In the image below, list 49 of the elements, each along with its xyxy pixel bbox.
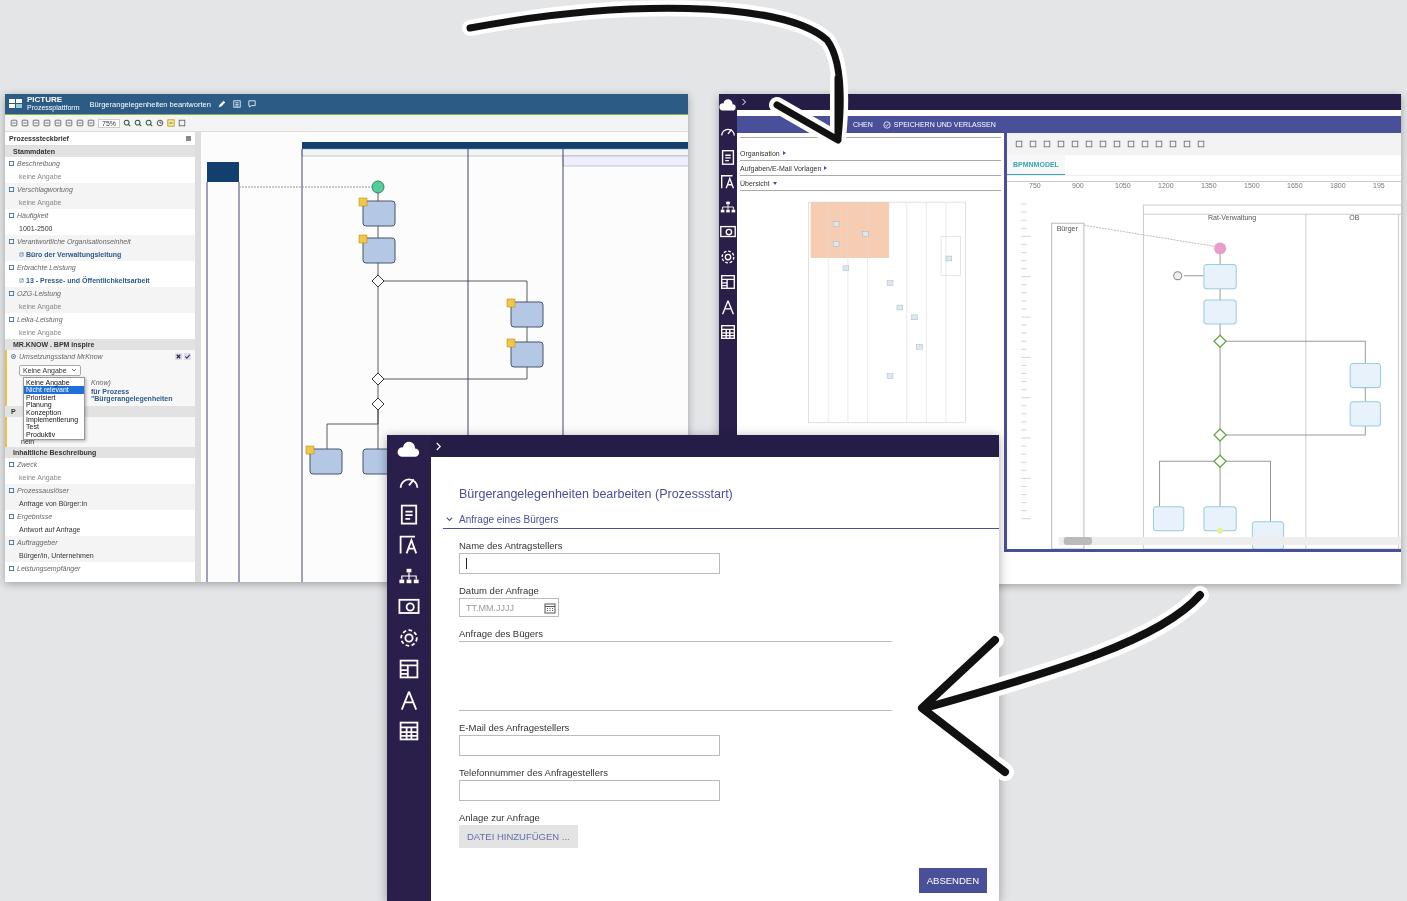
comment-icon[interactable] <box>247 100 256 108</box>
chevron-right-icon[interactable] <box>435 440 442 452</box>
field-icon <box>9 566 14 571</box>
field-label: Anlage zur Anfrage <box>459 812 541 823</box>
add-file-button[interactable]: DATEI HINZUFÜGEN ... <box>459 825 578 848</box>
field-icon <box>9 540 14 545</box>
table-icon[interactable] <box>397 719 421 743</box>
clipboard-icon[interactable] <box>719 148 737 166</box>
brand-name: PICTURE <box>27 96 64 104</box>
field-icon <box>9 213 14 218</box>
form-title: Bürgerangelegenheiten bearbeiten (Prozessstart) <box>459 487 734 501</box>
text-frame-icon[interactable] <box>719 173 737 191</box>
input-field[interactable] <box>459 780 720 801</box>
field-icon <box>9 187 14 192</box>
field-icon <box>9 161 14 166</box>
field-label: Name des Antragstellers <box>459 540 564 551</box>
calendar-icon[interactable] <box>544 601 556 614</box>
field-icon <box>9 488 14 493</box>
zoom-fit-icon[interactable] <box>145 119 153 127</box>
field-icon <box>9 514 14 519</box>
field-label: Telefonnummer des Anfragestellers <box>459 767 609 778</box>
field-icon <box>9 265 14 270</box>
layout-icon[interactable] <box>397 657 421 681</box>
submit-button[interactable]: ABSENDEN <box>918 868 987 893</box>
field-icon <box>9 462 14 467</box>
external-link-icon <box>19 278 24 283</box>
field-icon <box>9 317 14 322</box>
external-link-icon <box>19 252 24 257</box>
compass-icon[interactable] <box>719 298 737 316</box>
pencil-icon[interactable] <box>217 100 226 108</box>
target-icon <box>11 354 16 359</box>
field-label: Datum der Anfrage <box>459 585 540 596</box>
check-circle-icon <box>882 120 891 129</box>
field-label: E-Mail des Anfragestellers <box>459 722 571 733</box>
input-field[interactable] <box>459 735 720 756</box>
logo-icon <box>9 99 23 109</box>
field-label: Anfrage des Bügers <box>459 628 544 639</box>
check-icon[interactable] <box>184 353 191 360</box>
input-field[interactable] <box>459 553 720 574</box>
list-icon[interactable] <box>232 100 241 108</box>
layout-icon[interactable] <box>719 273 737 291</box>
table-icon[interactable] <box>719 323 737 341</box>
field-icon <box>9 291 14 296</box>
caret-icon <box>70 368 77 372</box>
cancel-icon[interactable] <box>175 353 182 360</box>
scrollbar[interactable] <box>195 132 201 582</box>
history-icon[interactable] <box>156 119 164 127</box>
section-toggle[interactable]: Anfrage eines Bürgers <box>443 512 999 529</box>
field-icon <box>9 239 14 244</box>
